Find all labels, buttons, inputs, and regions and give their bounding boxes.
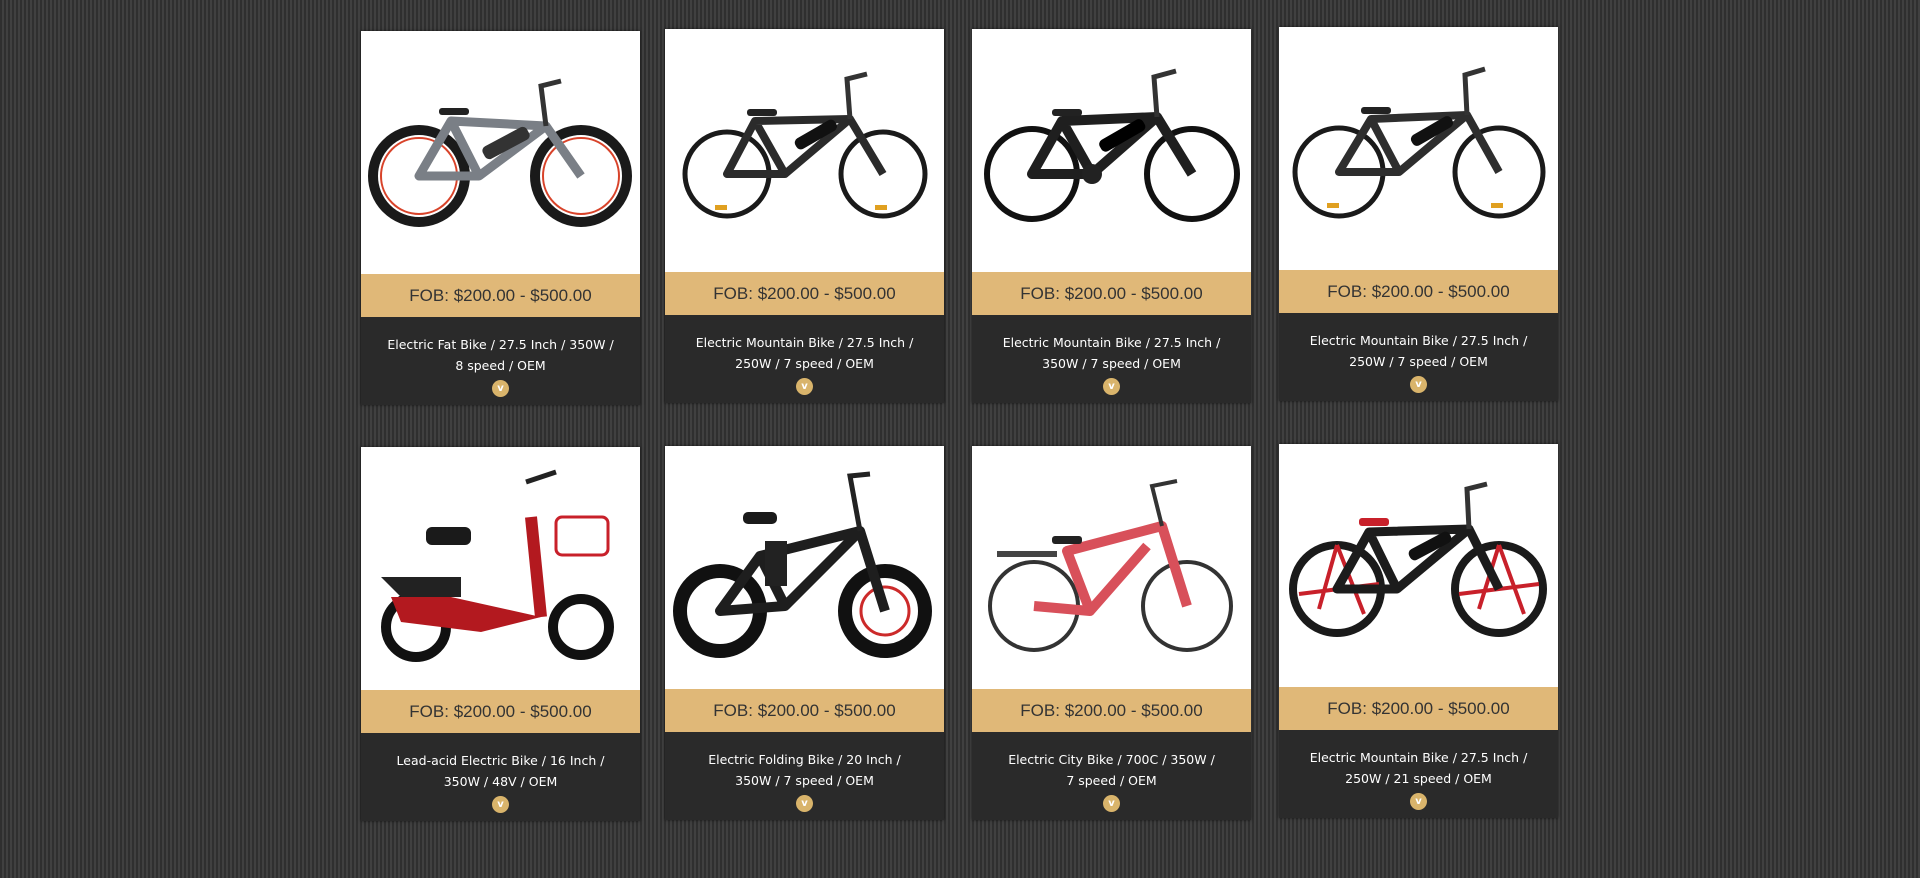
product-title-line-2[interactable]: 350W / 48V / OEM (371, 771, 630, 792)
price-band: FOB: $200.00 - $500.00 (665, 272, 944, 315)
scooter-image-icon (381, 469, 614, 662)
more-chevron-icon[interactable]: v (1410, 376, 1427, 393)
product-title-line-1[interactable]: Electric Fat Bike / 27.5 Inch / 350W / (371, 334, 630, 355)
folding-bike-image-icon (673, 471, 932, 658)
product-image[interactable] (972, 446, 1251, 689)
product-title-line-2[interactable]: 350W / 7 speed / OEM (675, 770, 934, 791)
product-title-line-2[interactable]: 350W / 7 speed / OEM (982, 353, 1241, 374)
product-title-line-2[interactable]: 250W / 7 speed / OEM (675, 353, 934, 374)
more-chevron-icon[interactable]: v (796, 378, 813, 395)
bike-image-icon (682, 71, 928, 219)
more-chevron-icon[interactable]: v (492, 796, 509, 813)
product-title-line-1[interactable]: Electric Mountain Bike / 27.5 Inch / (1289, 330, 1548, 351)
product-image[interactable] (361, 31, 640, 274)
product-card[interactable]: FOB: $200.00 - $500.00 Electric City Bik… (972, 446, 1251, 820)
product-card[interactable]: FOB: $200.00 - $500.00 Electric Mountain… (972, 29, 1251, 403)
bike-image-icon (1289, 481, 1547, 637)
price-band: FOB: $200.00 - $500.00 (972, 272, 1251, 315)
city-bike-image-icon (988, 479, 1233, 652)
more-chevron-icon[interactable]: v (492, 380, 509, 397)
bike-image-icon (984, 68, 1240, 222)
product-card[interactable]: FOB: $200.00 - $500.00 Electric Mountain… (1279, 444, 1558, 818)
product-title-line-1[interactable]: Electric Mountain Bike / 27.5 Inch / (1289, 747, 1548, 768)
product-card[interactable]: FOB: $200.00 - $500.00 Electric Mountain… (1279, 27, 1558, 401)
price-band: FOB: $200.00 - $500.00 (972, 689, 1251, 732)
product-image[interactable] (665, 446, 944, 689)
price-band: FOB: $200.00 - $500.00 (1279, 270, 1558, 313)
product-image[interactable] (361, 447, 640, 690)
more-chevron-icon[interactable]: v (796, 795, 813, 812)
product-info: Electric Mountain Bike / 27.5 Inch / 250… (1279, 730, 1558, 819)
bike-image-icon (1292, 66, 1546, 219)
product-info: Electric Folding Bike / 20 Inch / 350W /… (665, 732, 944, 821)
product-title-line-2[interactable]: 8 speed / OEM (371, 355, 630, 376)
product-info: Electric Mountain Bike / 27.5 Inch / 250… (1279, 313, 1558, 402)
product-info: Electric City Bike / 700C / 350W / 7 spe… (972, 732, 1251, 821)
price-band: FOB: $200.00 - $500.00 (665, 689, 944, 732)
product-card[interactable]: FOB: $200.00 - $500.00 Electric Mountain… (665, 29, 944, 403)
product-title-line-2[interactable]: 250W / 7 speed / OEM (1289, 351, 1548, 372)
product-image[interactable] (665, 29, 944, 272)
product-title-line-1[interactable]: Electric Mountain Bike / 27.5 Inch / (675, 332, 934, 353)
product-card[interactable]: FOB: $200.00 - $500.00 Electric Fat Bike… (361, 31, 640, 405)
price-band: FOB: $200.00 - $500.00 (361, 690, 640, 733)
product-title-line-2[interactable]: 250W / 21 speed / OEM (1289, 768, 1548, 789)
product-info: Electric Mountain Bike / 27.5 Inch / 350… (972, 315, 1251, 404)
product-info: Electric Fat Bike / 27.5 Inch / 350W / 8… (361, 317, 640, 406)
product-info: Electric Mountain Bike / 27.5 Inch / 250… (665, 315, 944, 404)
bike-image-icon (368, 78, 632, 227)
product-title-line-1[interactable]: Electric Folding Bike / 20 Inch / (675, 749, 934, 770)
product-image[interactable] (1279, 444, 1558, 687)
product-title-line-1[interactable]: Electric City Bike / 700C / 350W / (982, 749, 1241, 770)
more-chevron-icon[interactable]: v (1103, 378, 1120, 395)
price-band: FOB: $200.00 - $500.00 (361, 274, 640, 317)
more-chevron-icon[interactable]: v (1410, 793, 1427, 810)
more-chevron-icon[interactable]: v (1103, 795, 1120, 812)
product-image[interactable] (1279, 27, 1558, 270)
price-band: FOB: $200.00 - $500.00 (1279, 687, 1558, 730)
product-title-line-1[interactable]: Lead-acid Electric Bike / 16 Inch / (371, 750, 630, 771)
product-title-line-1[interactable]: Electric Mountain Bike / 27.5 Inch / (982, 332, 1241, 353)
product-image[interactable] (972, 29, 1251, 272)
product-info: Lead-acid Electric Bike / 16 Inch / 350W… (361, 733, 640, 822)
product-card[interactable]: FOB: $200.00 - $500.00 Lead-acid Electri… (361, 447, 640, 821)
product-title-line-2[interactable]: 7 speed / OEM (982, 770, 1241, 791)
product-card[interactable]: FOB: $200.00 - $500.00 Electric Folding … (665, 446, 944, 820)
